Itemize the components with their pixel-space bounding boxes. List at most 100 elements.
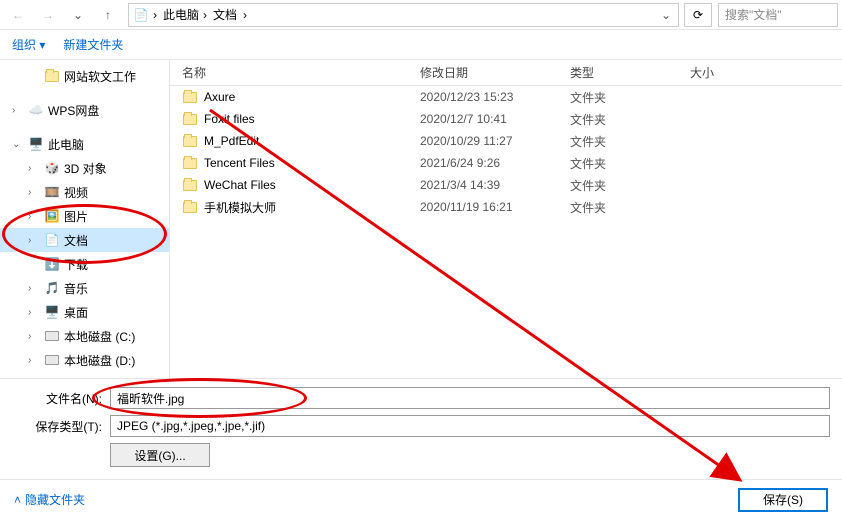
dl-icon: ⬇️ [44, 256, 60, 272]
tree-item-label: 下载 [64, 256, 88, 273]
expander-icon[interactable]: › [28, 235, 40, 246]
pic-icon: 🖼️ [44, 208, 60, 224]
organize-menu[interactable]: 组织 ▾ [12, 36, 45, 53]
folder-icon [182, 177, 198, 193]
expander-icon[interactable]: › [28, 355, 40, 366]
tree-item-2[interactable]: ⌄ 🖥️此电脑 [0, 132, 169, 156]
tree-item-1[interactable]: › ☁️WPS网盘 [0, 98, 169, 122]
expander-icon[interactable]: › [28, 331, 40, 342]
col-date[interactable]: 修改日期 [420, 64, 570, 81]
expander-icon[interactable]: › [28, 187, 40, 198]
tree-item-label: 图片 [64, 208, 88, 225]
tree-item-4[interactable]: › 🎞️视频 [0, 180, 169, 204]
tree-item-5[interactable]: › 🖼️图片 [0, 204, 169, 228]
file-date: 2020/12/23 15:23 [420, 90, 570, 104]
file-row[interactable]: WeChat Files 2021/3/4 14:39文件夹 [170, 174, 842, 196]
file-name: Foxit files [204, 112, 255, 126]
expander-icon[interactable]: › [28, 307, 40, 318]
address-bar: ← → ⌄ ↑ 📄 › 此电脑 › 文档 › ⌄ ⟳ 搜索"文档" [0, 0, 842, 30]
file-type: 文件夹 [570, 111, 690, 128]
tree-item-7[interactable]: ⬇️下载 [0, 252, 169, 276]
navigation-tree: 网站软文工作›☁️WPS网盘⌄🖥️此电脑›🎲3D 对象›🎞️视频›🖼️图片›📄文… [0, 60, 170, 378]
pc-icon: 🖥️ [28, 136, 44, 152]
save-button[interactable]: 保存(S) [738, 488, 828, 512]
tree-item-label: 文档 [64, 232, 88, 249]
file-date: 2020/12/7 10:41 [420, 112, 570, 126]
file-name: WeChat Files [204, 178, 276, 192]
path-dropdown-icon[interactable]: ⌄ [658, 8, 674, 22]
column-headers[interactable]: 名称 修改日期 类型 大小 [170, 60, 842, 86]
tree-item-label: 本地磁盘 (C:) [64, 328, 135, 345]
tree-item-3[interactable]: › 🎲3D 对象 [0, 156, 169, 180]
toolbar: 组织 ▾ 新建文件夹 [0, 30, 842, 60]
folder-icon [182, 111, 198, 127]
wps-icon: ☁️ [28, 102, 44, 118]
file-date: 2020/10/29 11:27 [420, 134, 570, 148]
file-row[interactable]: Foxit files 2020/12/7 10:41文件夹 [170, 108, 842, 130]
folder-icon [182, 155, 198, 171]
expander-icon[interactable]: › [12, 105, 24, 116]
doc-icon: 📄 [133, 7, 149, 23]
video-icon: 🎞️ [44, 184, 60, 200]
file-date: 2021/6/24 9:26 [420, 156, 570, 170]
tree-item-label: WPS网盘 [48, 102, 99, 119]
save-form: 文件名(N): 福昕软件.jpg 保存类型(T): JPEG (*.jpg,*.… [0, 378, 842, 473]
search-input[interactable]: 搜索"文档" [718, 3, 838, 27]
tree-item-label: 本地磁盘 (D:) [64, 352, 135, 369]
file-type: 文件夹 [570, 177, 690, 194]
disk-icon [44, 352, 60, 368]
settings-button[interactable]: 设置(G)... [110, 443, 210, 467]
new-folder-button[interactable]: 新建文件夹 [63, 36, 123, 53]
file-name: 手机模拟大师 [204, 199, 276, 216]
hide-folders-link[interactable]: ˄ 隐藏文件夹 [14, 491, 85, 508]
back-button[interactable]: ← [4, 3, 32, 27]
expander-icon[interactable]: › [28, 211, 40, 222]
file-row[interactable]: Axure2020/12/23 15:23文件夹 [170, 86, 842, 108]
doc-icon: 📄 [44, 232, 60, 248]
3d-icon: 🎲 [44, 160, 60, 176]
up-button[interactable]: ↑ [94, 3, 122, 27]
tree-item-label: 3D 对象 [64, 160, 107, 177]
col-name[interactable]: 名称 [170, 64, 420, 81]
breadcrumb-segment[interactable]: › 文档 › [203, 6, 247, 23]
refresh-button[interactable]: ⟳ [684, 3, 712, 27]
recent-dropdown[interactable]: ⌄ [64, 3, 92, 27]
expander-icon[interactable]: › [28, 283, 40, 294]
tree-item-label: 桌面 [64, 304, 88, 321]
filetype-label: 保存类型(T): [12, 418, 102, 435]
tree-item-label: 音乐 [64, 280, 88, 297]
tree-item-9[interactable]: › 🖥️桌面 [0, 300, 169, 324]
tree-item-0[interactable]: 网站软文工作 [0, 64, 169, 88]
col-size[interactable]: 大小 [690, 64, 770, 81]
folder-icon [182, 199, 198, 215]
forward-button[interactable]: → [34, 3, 62, 27]
tree-item-label: 视频 [64, 184, 88, 201]
disk-icon [44, 328, 60, 344]
file-row[interactable]: Tencent Files2021/6/24 9:26文件夹 [170, 152, 842, 174]
filename-label: 文件名(N): [12, 390, 102, 407]
tree-item-11[interactable]: › 本地磁盘 (D:) [0, 348, 169, 372]
file-type: 文件夹 [570, 89, 690, 106]
filename-input[interactable]: 福昕软件.jpg [110, 387, 830, 409]
file-type: 文件夹 [570, 199, 690, 216]
file-row[interactable]: 手机模拟大师 2020/11/19 16:21文件夹 [170, 196, 842, 218]
file-row[interactable]: M_PdfEdit2020/10/29 11:27文件夹 [170, 130, 842, 152]
chevron-up-icon: ˄ [14, 493, 21, 507]
file-name: M_PdfEdit [204, 134, 259, 148]
expander-icon[interactable]: › [28, 163, 40, 174]
tree-item-6[interactable]: › 📄文档 [0, 228, 169, 252]
tree-item-label: 此电脑 [48, 136, 84, 153]
tree-item-label: 网站软文工作 [64, 68, 136, 85]
expander-icon[interactable]: ⌄ [12, 139, 24, 150]
folder-icon [182, 133, 198, 149]
breadcrumb-path[interactable]: 📄 › 此电脑 › 文档 › ⌄ [128, 3, 679, 27]
music-icon: 🎵 [44, 280, 60, 296]
file-date: 2020/11/19 16:21 [420, 200, 570, 214]
desk-icon: 🖥️ [44, 304, 60, 320]
tree-item-10[interactable]: › 本地磁盘 (C:) [0, 324, 169, 348]
col-type[interactable]: 类型 [570, 64, 690, 81]
file-date: 2021/3/4 14:39 [420, 178, 570, 192]
breadcrumb-segment[interactable]: › 此电脑 [153, 6, 199, 23]
filetype-select[interactable]: JPEG (*.jpg,*.jpeg,*.jpe,*.jif) [110, 415, 830, 437]
tree-item-8[interactable]: › 🎵音乐 [0, 276, 169, 300]
